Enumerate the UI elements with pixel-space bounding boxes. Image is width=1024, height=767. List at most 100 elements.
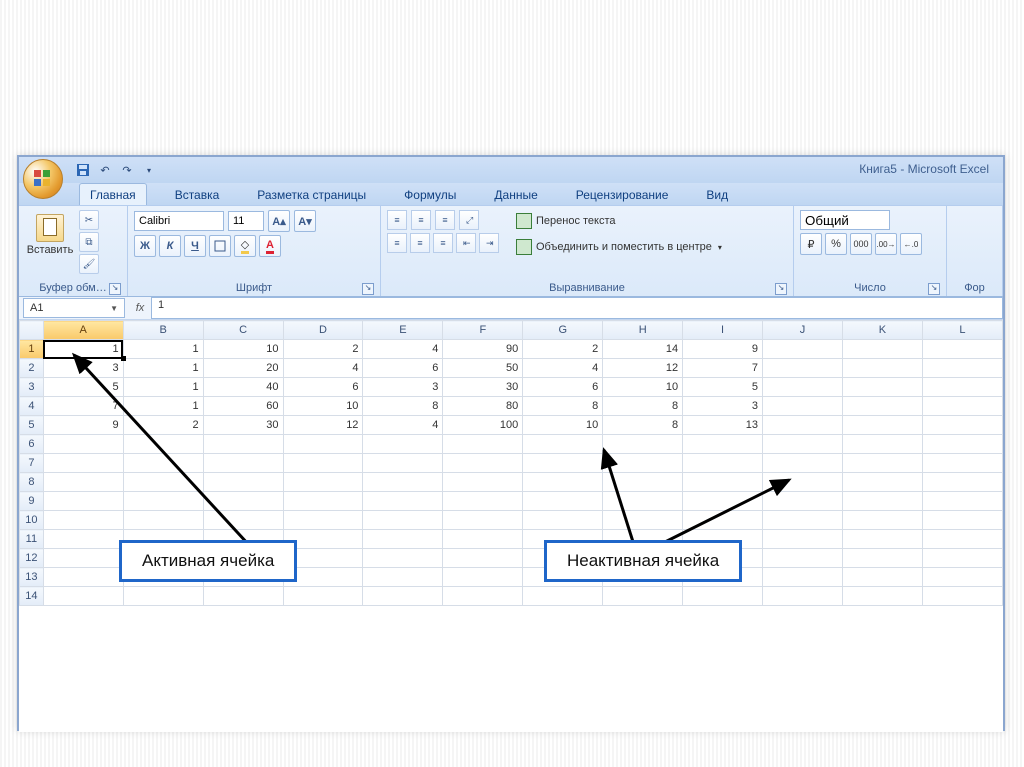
cell-G13[interactable]: [523, 568, 603, 587]
cell-C11[interactable]: [203, 530, 283, 549]
cell-F6[interactable]: [443, 435, 523, 454]
cell-E12[interactable]: [363, 549, 443, 568]
bold-button[interactable]: Ж: [134, 235, 156, 257]
cell-L11[interactable]: [922, 530, 1002, 549]
italic-button[interactable]: К: [159, 235, 181, 257]
cell-K4[interactable]: [842, 397, 922, 416]
borders-button[interactable]: [209, 235, 231, 257]
decrease-font-icon[interactable]: A▾: [294, 210, 316, 232]
cell-H10[interactable]: [603, 511, 683, 530]
cell-D14[interactable]: [283, 587, 363, 606]
cell-H7[interactable]: [603, 454, 683, 473]
tab-Главная[interactable]: Главная: [79, 183, 147, 205]
cell-G11[interactable]: [523, 530, 603, 549]
col-header-E[interactable]: E: [363, 321, 443, 340]
cell-F10[interactable]: [443, 511, 523, 530]
align-right-icon[interactable]: ≡: [433, 233, 453, 253]
cell-H2[interactable]: 12: [603, 359, 683, 378]
cell-A12[interactable]: [43, 549, 123, 568]
cell-J5[interactable]: [763, 416, 843, 435]
cell-F8[interactable]: [443, 473, 523, 492]
cell-C7[interactable]: [203, 454, 283, 473]
col-header-A[interactable]: A: [43, 321, 123, 340]
cell-F2[interactable]: 50: [443, 359, 523, 378]
cell-D13[interactable]: [283, 568, 363, 587]
cell-A5[interactable]: 9: [43, 416, 123, 435]
row-header-1[interactable]: 1: [20, 340, 44, 359]
undo-icon[interactable]: ↶: [97, 162, 113, 178]
cell-B13[interactable]: [123, 568, 203, 587]
cell-E1[interactable]: 4: [363, 340, 443, 359]
cell-H6[interactable]: [603, 435, 683, 454]
cell-F13[interactable]: [443, 568, 523, 587]
underline-button[interactable]: Ч: [184, 235, 206, 257]
cell-E10[interactable]: [363, 511, 443, 530]
cell-C1[interactable]: 10: [203, 340, 283, 359]
tab-Вставка[interactable]: Вставка: [165, 184, 230, 205]
cell-J11[interactable]: [763, 530, 843, 549]
name-box[interactable]: A1▼: [23, 298, 125, 318]
cell-F12[interactable]: [443, 549, 523, 568]
thousands-icon[interactable]: 000: [850, 233, 872, 255]
cell-L3[interactable]: [922, 378, 1002, 397]
cell-I6[interactable]: [683, 435, 763, 454]
font-size-combo[interactable]: [228, 211, 264, 231]
cell-G1[interactable]: 2: [523, 340, 603, 359]
cell-A3[interactable]: 5: [43, 378, 123, 397]
cell-B7[interactable]: [123, 454, 203, 473]
cell-E5[interactable]: 4: [363, 416, 443, 435]
cell-A8[interactable]: [43, 473, 123, 492]
cell-B14[interactable]: [123, 587, 203, 606]
row-header-9[interactable]: 9: [20, 492, 44, 511]
currency-icon[interactable]: ₽: [800, 233, 822, 255]
cell-L4[interactable]: [922, 397, 1002, 416]
cell-K8[interactable]: [842, 473, 922, 492]
cell-D2[interactable]: 4: [283, 359, 363, 378]
cell-E9[interactable]: [363, 492, 443, 511]
cell-D3[interactable]: 6: [283, 378, 363, 397]
copy-icon[interactable]: ⧉: [79, 232, 99, 252]
cell-I11[interactable]: [683, 530, 763, 549]
cell-J14[interactable]: [763, 587, 843, 606]
cell-C6[interactable]: [203, 435, 283, 454]
row-header-13[interactable]: 13: [20, 568, 44, 587]
row-header-12[interactable]: 12: [20, 549, 44, 568]
cell-C8[interactable]: [203, 473, 283, 492]
paste-button[interactable]: Вставить: [25, 210, 75, 274]
cell-D5[interactable]: 12: [283, 416, 363, 435]
worksheet[interactable]: ABCDEFGHIJKL1111024902149231204650412735…: [19, 320, 1003, 732]
cell-B6[interactable]: [123, 435, 203, 454]
font-launcher-icon[interactable]: ↘: [362, 283, 374, 295]
row-header-8[interactable]: 8: [20, 473, 44, 492]
cell-I5[interactable]: 13: [683, 416, 763, 435]
cell-H3[interactable]: 10: [603, 378, 683, 397]
redo-icon[interactable]: ↷: [119, 162, 135, 178]
cell-B5[interactable]: 2: [123, 416, 203, 435]
cell-B3[interactable]: 1: [123, 378, 203, 397]
col-header-F[interactable]: F: [443, 321, 523, 340]
increase-indent-icon[interactable]: ⇥: [479, 233, 499, 253]
cell-E6[interactable]: [363, 435, 443, 454]
cell-H4[interactable]: 8: [603, 397, 683, 416]
cell-F3[interactable]: 30: [443, 378, 523, 397]
cell-G6[interactable]: [523, 435, 603, 454]
cell-K1[interactable]: [842, 340, 922, 359]
cell-I7[interactable]: [683, 454, 763, 473]
cell-A1[interactable]: 1: [43, 340, 123, 359]
font-name-combo[interactable]: [134, 211, 224, 231]
cell-H11[interactable]: [603, 530, 683, 549]
cell-B1[interactable]: 1: [123, 340, 203, 359]
cell-H8[interactable]: [603, 473, 683, 492]
row-header-4[interactable]: 4: [20, 397, 44, 416]
col-header-K[interactable]: K: [842, 321, 922, 340]
cell-G7[interactable]: [523, 454, 603, 473]
percent-icon[interactable]: %: [825, 233, 847, 255]
cell-A14[interactable]: [43, 587, 123, 606]
cell-H1[interactable]: 14: [603, 340, 683, 359]
cell-G14[interactable]: [523, 587, 603, 606]
cell-B12[interactable]: [123, 549, 203, 568]
cell-I10[interactable]: [683, 511, 763, 530]
cell-L8[interactable]: [922, 473, 1002, 492]
font-color-button[interactable]: A: [259, 235, 281, 257]
cell-K9[interactable]: [842, 492, 922, 511]
